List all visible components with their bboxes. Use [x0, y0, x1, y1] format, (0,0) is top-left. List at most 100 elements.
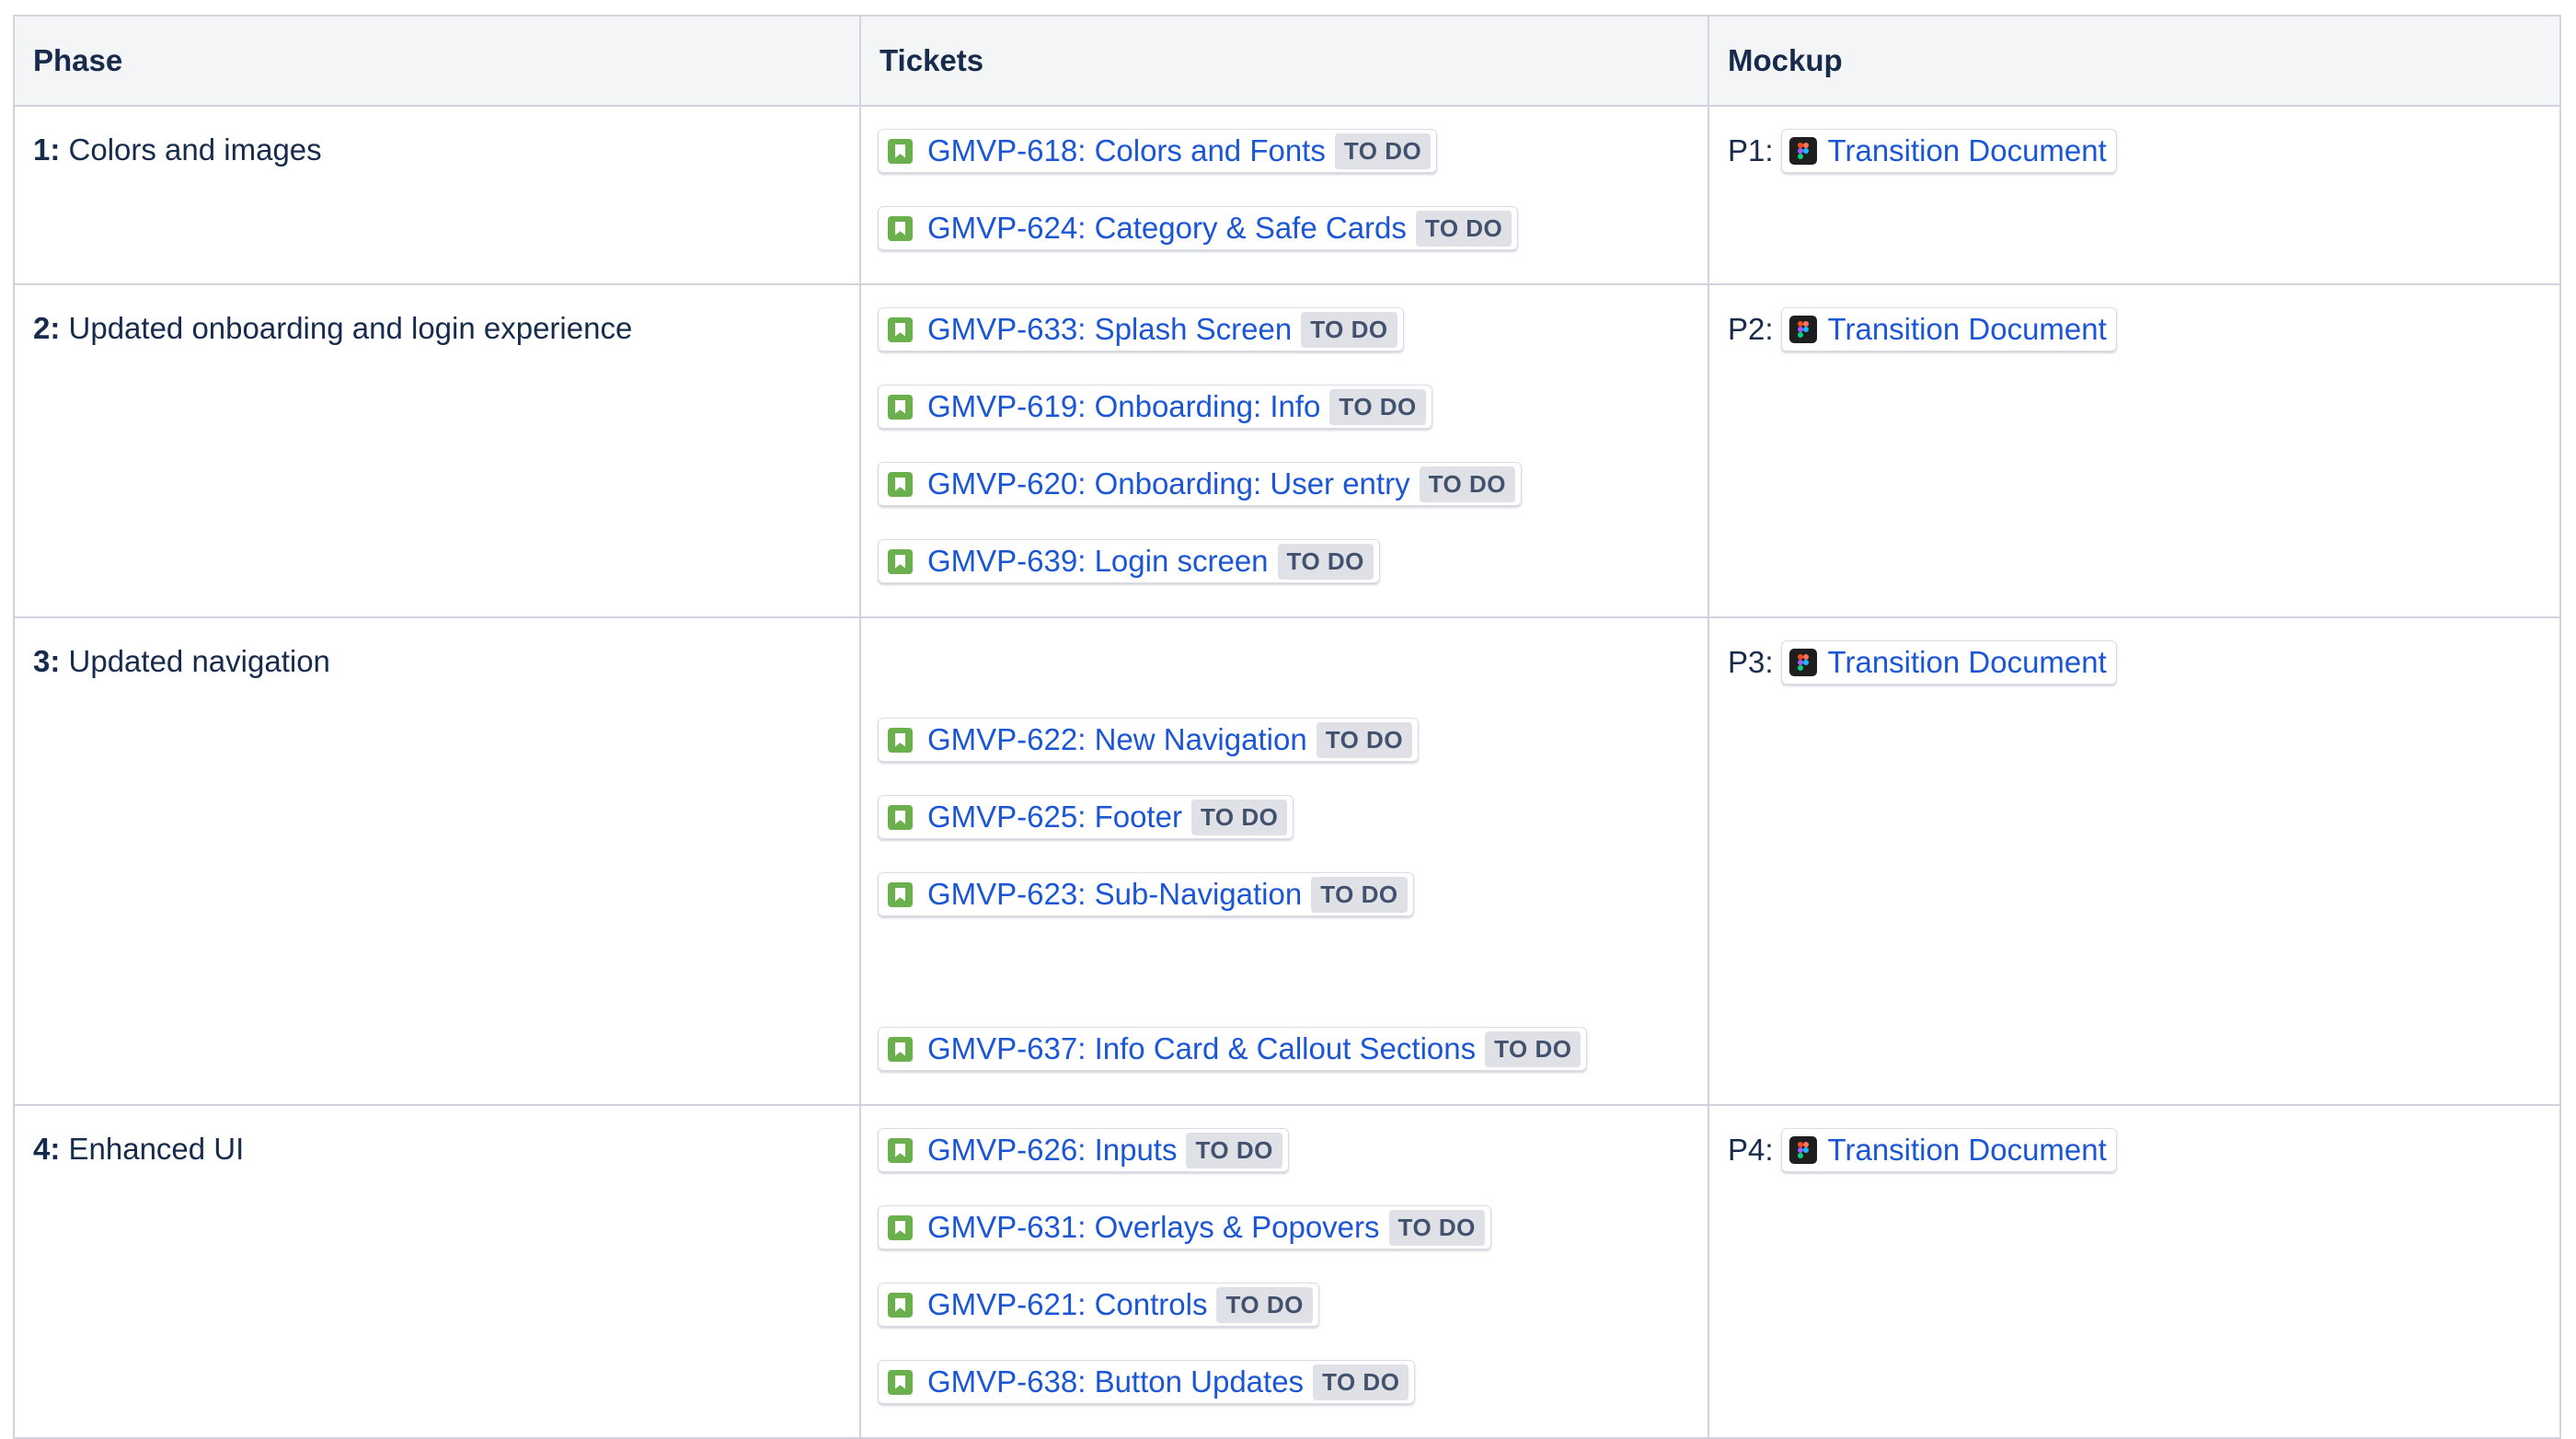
status-badge: TO DO — [1277, 543, 1374, 580]
story-icon — [888, 215, 913, 241]
mockup-prefix: P2: — [1728, 312, 1774, 346]
header-tickets: Tickets — [859, 15, 1709, 107]
ticket-link[interactable]: GMVP-626: Inputs TO DO — [878, 1128, 1289, 1172]
phase-cell: 2: Updated onboarding and login experien… — [13, 283, 861, 618]
ticket-label: GMVP-619: Onboarding: Info — [927, 389, 1321, 423]
ticket-label: GMVP-626: Inputs — [927, 1133, 1178, 1167]
phase-cell: 3: Updated navigation — [13, 616, 861, 1106]
figma-icon — [1788, 316, 1817, 343]
phase-text: Updated navigation — [60, 644, 330, 678]
phase-text: Enhanced UI — [60, 1132, 245, 1166]
phase-cell: 1: Colors and images — [13, 105, 861, 285]
tickets-cell: GMVP-618: Colors and Fonts TO DO GMVP-624… — [859, 105, 1709, 285]
mockup-prefix: P3: — [1728, 645, 1774, 679]
ticket-link[interactable]: GMVP-623: Sub-Navigation TO DO — [878, 872, 1414, 916]
ticket-link[interactable]: GMVP-625: Footer TO DO — [878, 795, 1294, 839]
status-badge: TO DO — [1301, 311, 1397, 348]
ticket-link[interactable]: GMVP-638: Button Updates TO DO — [878, 1360, 1416, 1404]
ticket-label: GMVP-631: Overlays & Popovers — [927, 1210, 1380, 1244]
status-badge: TO DO — [1415, 210, 1512, 247]
ticket-label: GMVP-625: Footer — [927, 800, 1182, 834]
phase-table: Phase Tickets Mockup 1: Colors and image… — [13, 15, 2561, 1439]
story-icon — [888, 471, 913, 497]
phase-number: 1: — [33, 132, 61, 167]
story-icon — [888, 881, 913, 907]
story-icon — [888, 804, 913, 830]
status-badge: TO DO — [1329, 388, 1426, 425]
status-badge: TO DO — [1388, 1209, 1485, 1246]
story-icon — [888, 1036, 913, 1062]
mockup-link[interactable]: Transition Document — [1780, 129, 2117, 173]
phase-number: 2: — [33, 311, 61, 345]
ticket-label: GMVP-638: Button Updates — [927, 1364, 1305, 1399]
status-badge: TO DO — [1485, 1030, 1581, 1067]
story-icon — [888, 1215, 913, 1240]
ticket-link[interactable]: GMVP-631: Overlays & Popovers TO DO — [878, 1205, 1491, 1249]
ticket-link[interactable]: GMVP-620: Onboarding: User entry TO DO — [878, 462, 1522, 506]
ticket-link[interactable]: GMVP-633: Splash Screen TO DO — [878, 307, 1404, 351]
mockup-link-label: Transition Document — [1827, 1133, 2107, 1167]
phase-number: 3: — [33, 644, 61, 678]
tickets-cell: GMVP-626: Inputs TO DO GMVP-631: Overlays… — [859, 1104, 1709, 1439]
ticket-link[interactable]: GMVP-639: Login screen TO DO — [878, 539, 1380, 583]
tickets-cell: GMVP-633: Splash Screen TO DO GMVP-619: O… — [859, 283, 1709, 618]
ticket-link[interactable]: GMVP-621: Controls TO DO — [878, 1283, 1319, 1327]
mockup-link[interactable]: Transition Document — [1780, 307, 2117, 351]
status-badge: TO DO — [1311, 876, 1408, 913]
figma-icon — [1788, 137, 1817, 165]
table-row: 1: Colors and images GMVP-618: Colors an… — [13, 105, 2561, 285]
mockup-cell: P1: Transition Document — [1708, 105, 2561, 285]
status-badge: TO DO — [1316, 721, 1413, 758]
tickets-cell: GMVP-622: New Navigation TO DO GMVP-625: … — [859, 616, 1709, 1106]
phase-text: Updated onboarding and login experience — [60, 311, 633, 345]
story-icon — [888, 317, 913, 342]
ticket-link[interactable]: GMVP-622: New Navigation TO DO — [878, 718, 1420, 762]
status-badge: TO DO — [1190, 799, 1288, 835]
story-icon — [888, 394, 913, 420]
story-icon — [888, 548, 913, 574]
story-icon — [888, 138, 913, 164]
ticket-label: GMVP-633: Splash Screen — [927, 312, 1293, 346]
ticket-label: GMVP-637: Info Card & Callout Sections — [927, 1031, 1477, 1065]
mockup-link-label: Transition Document — [1827, 133, 2107, 167]
ticket-link[interactable]: GMVP-637: Info Card & Callout Sections TO… — [878, 1027, 1588, 1071]
header-mockup: Mockup — [1708, 15, 2561, 107]
ticket-link[interactable]: GMVP-618: Colors and Fonts TO DO — [878, 129, 1438, 173]
figma-icon — [1788, 649, 1817, 676]
story-icon — [888, 1137, 913, 1163]
status-badge: TO DO — [1419, 466, 1515, 502]
ticket-label: GMVP-624: Category & Safe Cards — [927, 211, 1407, 245]
status-badge: TO DO — [1216, 1286, 1313, 1323]
ticket-label: GMVP-639: Login screen — [927, 544, 1269, 578]
mockup-link[interactable]: Transition Document — [1780, 1128, 2117, 1172]
mockup-cell: P4: Transition Document — [1708, 1104, 2561, 1439]
mockup-prefix: P1: — [1728, 133, 1774, 167]
phase-cell: 4: Enhanced UI — [13, 1104, 861, 1439]
status-badge: TO DO — [1313, 1364, 1409, 1400]
mockup-link[interactable]: Transition Document — [1780, 640, 2117, 685]
ticket-label: GMVP-623: Sub-Navigation — [927, 877, 1303, 911]
mockup-link-label: Transition Document — [1827, 312, 2107, 346]
ticket-label: GMVP-622: New Navigation — [927, 722, 1307, 756]
ticket-label: GMVP-621: Controls — [927, 1287, 1208, 1321]
table-row: 4: Enhanced UI GMVP-626: Inputs TO DO GMV… — [13, 1104, 2561, 1439]
story-icon — [888, 727, 913, 753]
phase-number: 4: — [33, 1132, 61, 1166]
mockup-cell: P2: Transition Document — [1708, 283, 2561, 618]
story-icon — [888, 1369, 913, 1395]
phase-text: Colors and images — [60, 132, 322, 167]
header-row: Phase Tickets Mockup — [13, 15, 2561, 107]
mockup-prefix: P4: — [1728, 1133, 1774, 1167]
story-icon — [888, 1292, 913, 1318]
ticket-link[interactable]: GMVP-619: Onboarding: Info TO DO — [878, 385, 1432, 429]
ticket-label: GMVP-618: Colors and Fonts — [927, 133, 1326, 167]
header-phase: Phase — [13, 15, 861, 107]
status-badge: TO DO — [1186, 1132, 1282, 1168]
table-row: 3: Updated navigation GMVP-622: New Navi… — [13, 616, 2561, 1106]
mockup-cell: P3: Transition Document — [1708, 616, 2561, 1106]
figma-icon — [1788, 1136, 1817, 1164]
ticket-link[interactable]: GMVP-624: Category & Safe Cards TO DO — [878, 206, 1519, 250]
ticket-label: GMVP-620: Onboarding: User entry — [927, 466, 1410, 501]
mockup-link-label: Transition Document — [1827, 645, 2107, 679]
status-badge: TO DO — [1334, 132, 1432, 169]
